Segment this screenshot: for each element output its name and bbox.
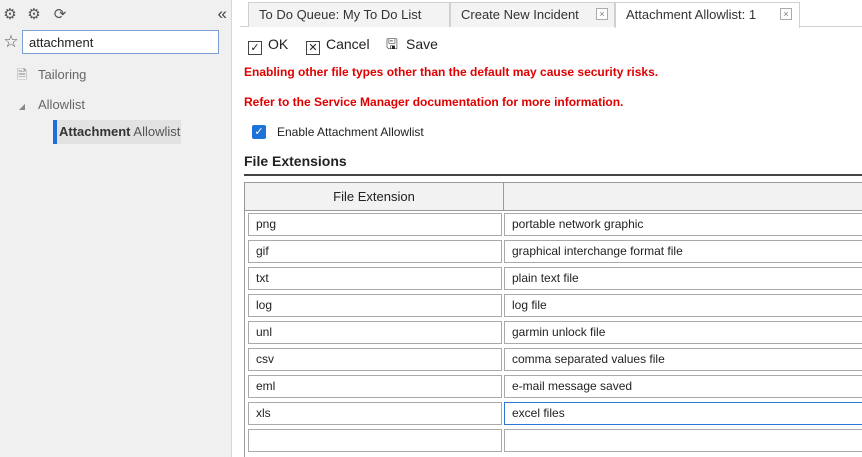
column-header-file-extension[interactable]: File Extension [245, 183, 503, 211]
tree-item-label-rest: Allowlist [130, 124, 181, 139]
save-label: Save [406, 36, 438, 52]
checkmark-icon: ✓ [248, 41, 262, 55]
description-cell[interactable]: garmin unlock file [504, 321, 862, 344]
description-cell-empty[interactable] [504, 429, 862, 452]
save-button[interactable]: 🖫 Save [386, 34, 438, 54]
extension-cell[interactable]: log [248, 294, 502, 317]
documentation-note: Refer to the Service Manager documentati… [244, 95, 624, 109]
nav-search-row: ☆ [0, 30, 220, 54]
extension-cell[interactable]: csv [248, 348, 502, 371]
section-title: File Extensions [244, 153, 347, 169]
tree-item-allowlist-label: Allowlist [38, 97, 85, 112]
description-cell[interactable]: comma separated values file [504, 348, 862, 371]
file-extensions-table: File Extension png portable network grap… [244, 182, 862, 457]
ok-button[interactable]: ✓ OK [248, 34, 289, 55]
nav-search-input[interactable] [22, 30, 219, 54]
extension-cell[interactable]: unl [248, 321, 502, 344]
nav-toolbar: ⚙ ⚙ ⟳ « [0, 0, 231, 30]
refresh-icon[interactable]: ⟳ [51, 6, 69, 24]
enable-allowlist-checkbox[interactable]: ✓ [252, 125, 266, 139]
cancel-label: Cancel [326, 36, 370, 52]
tab-label: To Do Queue: My To Do List [259, 7, 422, 22]
section-divider [244, 174, 862, 176]
extension-cell[interactable]: eml [248, 375, 502, 398]
enable-allowlist-label: Enable Attachment Allowlist [277, 125, 424, 139]
search-highlight: Attachment [59, 124, 131, 139]
tab-bar: To Do Queue: My To Do List Create New In… [240, 0, 862, 28]
collapse-pane-icon[interactable]: « [218, 5, 227, 23]
x-icon: ✕ [306, 41, 320, 55]
tree-item-allowlist[interactable]: ◢ Allowlist [14, 94, 85, 116]
expand-triangle-icon[interactable]: ◢ [14, 96, 30, 118]
document-icon: 🗎 [16, 67, 28, 82]
extension-cell[interactable]: xls [248, 402, 502, 425]
tab-todo-queue[interactable]: To Do Queue: My To Do List [248, 2, 450, 27]
description-cell[interactable]: graphical interchange format file [504, 240, 862, 263]
tab-label: Attachment Allowlist: 1 [626, 7, 757, 22]
cancel-button[interactable]: ✕ Cancel [306, 34, 370, 55]
description-cell[interactable]: e-mail message saved [504, 375, 862, 398]
gear-settings-icon[interactable]: ⚙ [25, 6, 43, 24]
tree-item-tailoring-label: Tailoring [38, 67, 87, 82]
star-icon[interactable]: ☆ [1, 32, 21, 52]
tree-item-tailoring[interactable]: 🗎 Tailoring [14, 64, 87, 86]
description-cell[interactable]: plain text file [504, 267, 862, 290]
navigation-pane: ⚙ ⚙ ⟳ « ☆ 🗎 Tailoring ◢ Allowlist Attachme… [0, 0, 232, 457]
column-divider [503, 183, 504, 211]
extension-cell-empty[interactable] [248, 429, 502, 452]
description-cell[interactable]: log file [504, 294, 862, 317]
ok-label: OK [268, 36, 289, 52]
tab-create-new-incident[interactable]: Create New Incident × [450, 2, 615, 27]
security-warning: Enabling other file types other than the… [244, 65, 659, 79]
description-cell[interactable]: portable network graphic [504, 213, 862, 236]
extension-cell[interactable]: gif [248, 240, 502, 263]
description-cell-focused[interactable]: excel files [504, 402, 862, 425]
column-header-description[interactable] [504, 183, 862, 211]
floppy-disk-icon: 🖫 [386, 36, 398, 52]
extension-cell[interactable]: png [248, 213, 502, 236]
tab-label: Create New Incident [461, 7, 579, 22]
extension-cell[interactable]: txt [248, 267, 502, 290]
tree-item-attachment-allowlist[interactable]: Attachment Allowlist [53, 120, 181, 144]
tab-attachment-allowlist[interactable]: Attachment Allowlist: 1 × [615, 2, 800, 28]
close-icon[interactable]: × [596, 8, 608, 20]
gear-icon[interactable]: ⚙ [1, 6, 19, 24]
close-icon[interactable]: × [780, 8, 792, 20]
